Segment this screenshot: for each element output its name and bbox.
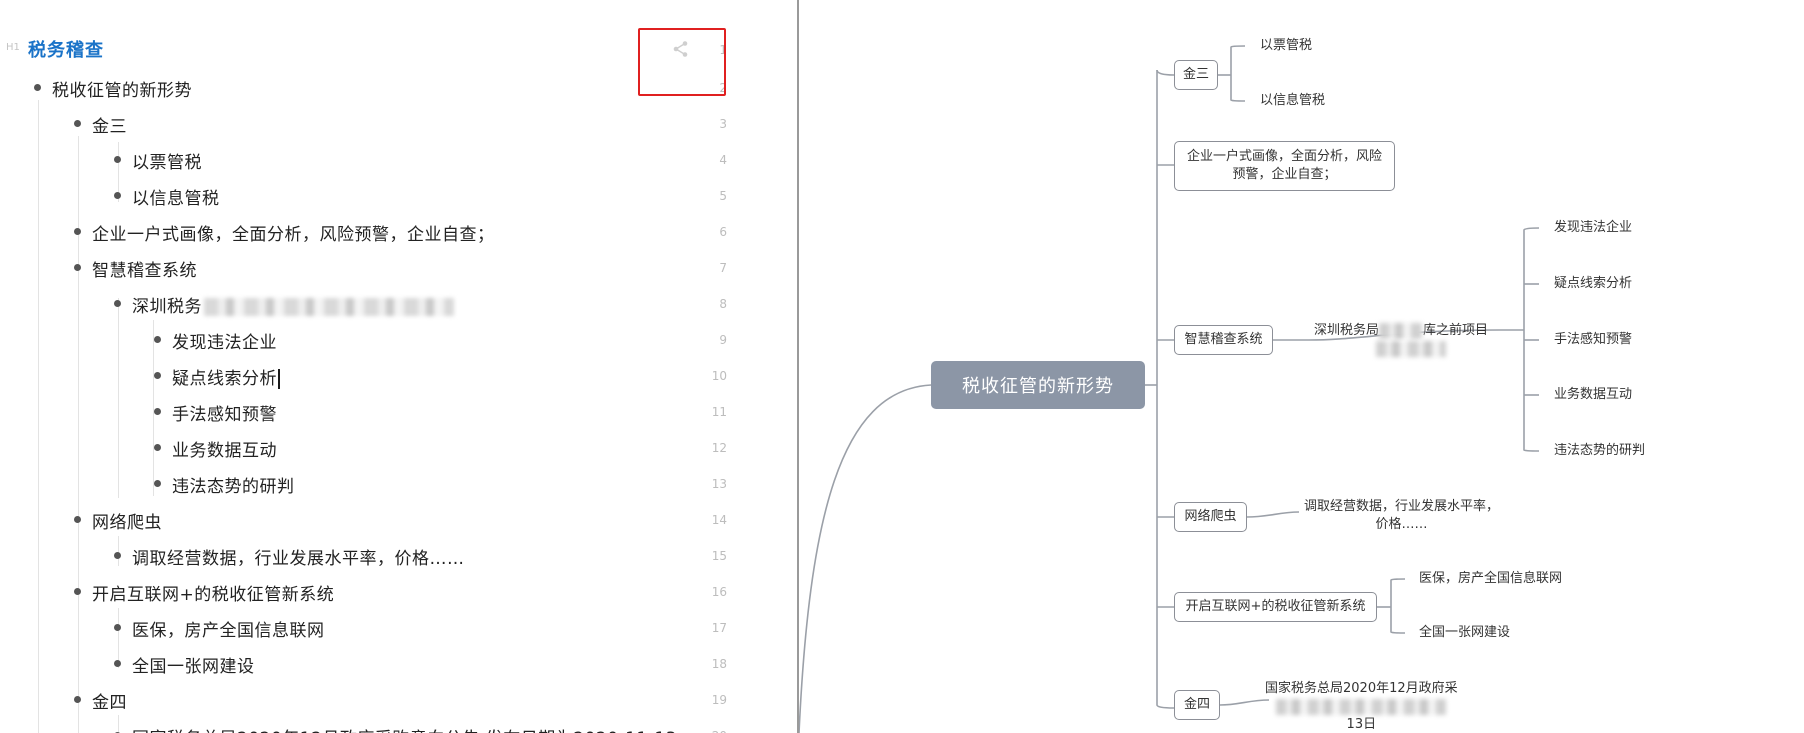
root-topic[interactable]: 税收征管的新形势 — [931, 361, 1145, 409]
outline-item[interactable]: 医保，房产全国信息联网 17 — [0, 612, 740, 642]
line-number: 13 — [711, 477, 727, 491]
topic-text-line: 预警，企业自查； — [1232, 167, 1337, 182]
line-number: 8 — [719, 297, 727, 311]
line-number: 1 — [719, 43, 727, 57]
line-number: 9 — [719, 333, 727, 347]
redacted-text — [1379, 322, 1424, 339]
line-number: 10 — [711, 369, 727, 383]
topic-smart-audit[interactable]: 智慧稽查系统 — [1174, 325, 1273, 355]
topic-jinsi[interactable]: 金四 — [1174, 690, 1220, 720]
topic-smart-child[interactable]: 业务数据互动 — [1554, 386, 1632, 404]
connector — [1246, 511, 1300, 518]
connector — [1156, 69, 1175, 76]
topic-text-line: 价格…… — [1375, 517, 1428, 532]
topic-shenzhen[interactable]: 深圳税务局 库之前项目 — [1314, 322, 1488, 358]
outline-item[interactable]: 以信息管税 5 — [0, 180, 740, 210]
redacted-text — [1276, 698, 1447, 715]
connector — [1390, 578, 1406, 581]
topic-jinsan-child[interactable]: 以信息管税 — [1260, 92, 1325, 110]
line-number: 11 — [711, 405, 727, 419]
topic-text-line: 企业一户式画像，全面分析，风险 — [1186, 149, 1382, 164]
line-number: 20 — [0, 729, 727, 733]
line-number: 14 — [711, 513, 727, 527]
topic-smart-child[interactable]: 疑点线索分析 — [1554, 275, 1632, 293]
topic-internet-child[interactable]: 医保，房产全国信息联网 — [1419, 570, 1562, 588]
topic-smart-child[interactable]: 违法态势的研判 — [1554, 442, 1645, 460]
topic-text-line: 国家税务总局2020年12月政府采 — [1265, 681, 1458, 696]
redacted-text — [1376, 340, 1446, 357]
line-number: 17 — [711, 621, 727, 635]
connector — [1230, 99, 1246, 102]
line-number: 16 — [711, 585, 727, 599]
outline-item[interactable]: 企业一户式画像，全面分析，风险预警，企业自查； 6 — [0, 216, 740, 246]
line-number: 5 — [719, 189, 727, 203]
topic-internet-plus[interactable]: 开启互联网+的税收征管新系统 — [1174, 592, 1377, 622]
line-number: 18 — [711, 657, 727, 671]
topic-jinsi-child[interactable]: 国家税务总局2020年12月政府采 13日 — [1265, 680, 1458, 733]
connector — [1219, 699, 1270, 706]
connector — [1390, 631, 1406, 634]
line-number: 6 — [719, 225, 727, 239]
line-number: 19 — [711, 693, 727, 707]
topic-crawler-child[interactable]: 调取经营数据，行业发展水平率， 价格…… — [1304, 498, 1499, 534]
outline-item[interactable]: 国家税务总局2020年12月政府采购意向公告 发布日期为2020-11-13 2… — [0, 720, 740, 733]
topic-jinsan[interactable]: 金三 — [1174, 60, 1218, 90]
outline-item[interactable]: 网络爬虫 14 — [0, 504, 740, 534]
connector — [1230, 45, 1246, 48]
topic-internet-child[interactable]: 全国一张网建设 — [1419, 624, 1510, 642]
outline-item[interactable]: 金三 3 — [0, 108, 740, 138]
topic-smart-child[interactable]: 发现违法企业 — [1554, 219, 1632, 237]
connector — [1523, 227, 1540, 231]
line-number: 7 — [719, 261, 727, 275]
line-number: 12 — [711, 441, 727, 455]
topic-text-part: 深圳税务局 — [1314, 323, 1380, 338]
outline-item[interactable]: 深圳税务 8 — [0, 288, 740, 318]
outline-item[interactable]: 全国一张网建设 18 — [0, 648, 740, 678]
line-number: 2 — [719, 81, 727, 95]
connector — [1523, 449, 1540, 452]
mindmap-pane: 税收征管的新形势 金三 以票管税 以信息管税 企业一户式画像，全面分析，风险 预… — [799, 0, 1804, 733]
topic-text-part: 库之前项目 — [1423, 323, 1489, 338]
topic-text-line: 调取经营数据，行业发展水平率， — [1304, 499, 1500, 514]
line-number: 4 — [719, 153, 727, 167]
topic-smart-child[interactable]: 手法感知预警 — [1554, 331, 1632, 349]
topic-jinsan-child[interactable]: 以票管税 — [1260, 37, 1312, 55]
line-number: 3 — [719, 117, 727, 131]
outline-item[interactable]: 金四 19 — [0, 684, 740, 714]
line-number: 15 — [711, 549, 727, 563]
topic-web-crawler[interactable]: 网络爬虫 — [1174, 502, 1247, 532]
outline-pane: H1 税务稽查 1 税收征管的新形势 2 金三 3 以票管税 4 以信息管税 5… — [0, 0, 797, 733]
topic-enterprise-portrait[interactable]: 企业一户式画像，全面分析，风险 预警，企业自查； — [1174, 141, 1395, 191]
outline-item[interactable]: 调取经营数据，行业发展水平率，价格…… 15 — [0, 540, 740, 570]
topic-text-line: 13日 — [1346, 717, 1377, 732]
outline-item[interactable]: 疑点线索分析 10 — [0, 360, 740, 390]
outline-item[interactable]: 业务数据互动 12 — [0, 432, 740, 462]
outline-item[interactable]: 违法态势的研判 13 — [0, 468, 740, 498]
connector — [799, 384, 932, 733]
heading-row[interactable]: H1 税务稽查 1 — [0, 34, 740, 64]
outline-item[interactable]: 智慧稽查系统 7 — [0, 252, 740, 282]
outline-item[interactable]: 税收征管的新形势 2 — [0, 72, 740, 102]
outline-item[interactable]: 发现违法企业 9 — [0, 324, 740, 354]
outline-item[interactable]: 开启互联网+的税收征管新系统 16 — [0, 576, 740, 606]
outline-item[interactable]: 以票管税 4 — [0, 144, 740, 174]
connector — [1156, 704, 1175, 709]
outline-item[interactable]: 手法感知预警 11 — [0, 396, 740, 426]
